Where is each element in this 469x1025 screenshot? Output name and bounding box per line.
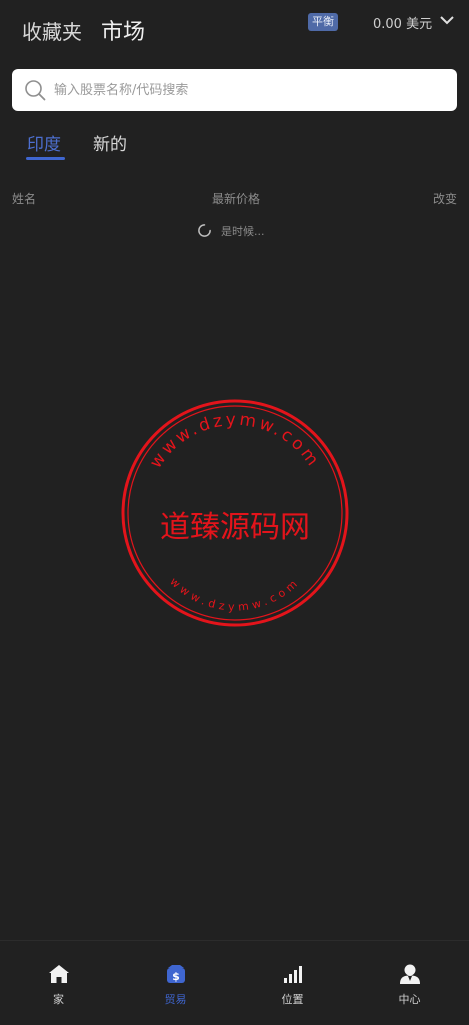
- nav-item-position[interactable]: 位置: [234, 941, 351, 1025]
- market-tabs: 印度 新的: [0, 126, 469, 166]
- active-tab-indicator: [26, 157, 65, 160]
- search-bar[interactable]: [12, 69, 457, 111]
- nav-item-home[interactable]: 家: [0, 941, 117, 1025]
- watermark-main: 道臻源码网: [160, 510, 310, 545]
- trade-wallet-icon: $: [167, 965, 185, 983]
- nav-item-center[interactable]: 中心: [351, 941, 468, 1025]
- search-input[interactable]: [54, 69, 444, 111]
- balance-badge: 平衡: [308, 13, 338, 31]
- nav-label-trade: 贸易: [164, 993, 187, 1006]
- top-header: 收藏夹 市场 平衡 0.00 美元: [0, 0, 469, 62]
- svg-text:$: $: [172, 970, 180, 983]
- spinner-icon: [198, 224, 211, 237]
- tab-new[interactable]: 新的: [93, 130, 127, 155]
- nav-label-home: 家: [53, 993, 64, 1006]
- home-icon: [49, 965, 69, 983]
- watermark-stamp: www.dzymw.com 道臻源码网 www.dzymw.com: [121, 399, 349, 627]
- column-change[interactable]: 改变: [433, 190, 457, 207]
- tab-india[interactable]: 印度: [27, 130, 61, 155]
- nav-label-position: 位置: [281, 993, 304, 1006]
- market-tab[interactable]: 市场: [101, 14, 145, 46]
- column-name[interactable]: 姓名: [12, 190, 36, 207]
- bar-chart-icon: [284, 966, 302, 983]
- loading-text: 是时候...: [221, 225, 265, 238]
- watermark-ring-bottom: www.dzymw.com: [167, 575, 302, 614]
- balance-amount[interactable]: 0.00 美元: [373, 13, 432, 32]
- user-icon: [400, 964, 420, 984]
- column-latest-price[interactable]: 最新价格: [212, 190, 260, 207]
- search-icon: [25, 80, 46, 101]
- nav-item-trade[interactable]: $ 贸易: [117, 941, 234, 1025]
- bottom-nav: 家 $ 贸易 位置 中心: [0, 940, 469, 1024]
- table-header: 姓名 最新价格 改变: [0, 190, 469, 210]
- favorites-tab[interactable]: 收藏夹: [22, 16, 82, 45]
- nav-label-center: 中心: [398, 993, 421, 1006]
- chevron-down-icon[interactable]: [440, 15, 454, 25]
